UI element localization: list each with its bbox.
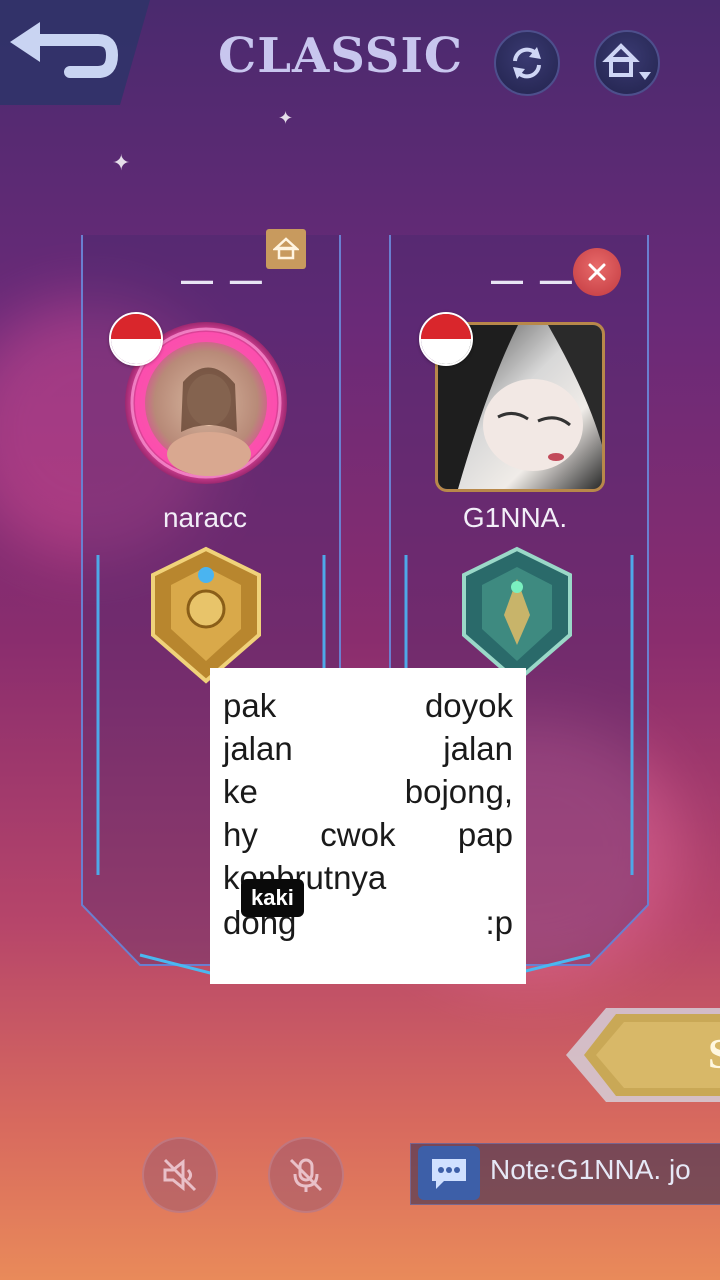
caption-word: jalan [443, 730, 513, 767]
caption-line: ke bojong, [223, 770, 513, 814]
caption-word: pap [457, 816, 513, 853]
rank-emblem-icon [141, 545, 271, 685]
caption-line: jalan jalan [223, 727, 513, 771]
chat-icon [432, 1159, 466, 1189]
close-icon [588, 263, 606, 281]
sparkle-icon: ✦ [278, 108, 294, 128]
sparkle-icon: ✦ [112, 150, 131, 175]
caption-word: cwok [320, 816, 396, 853]
caption-word: hy [223, 816, 258, 853]
start-button[interactable]: S [566, 1000, 720, 1110]
home-menu-button[interactable] [594, 30, 660, 96]
indonesia-flag-icon [419, 312, 473, 366]
caption-word: ke [223, 773, 258, 810]
caption-word: jalan [223, 730, 293, 767]
caption-tag: kaki [241, 879, 304, 917]
player-name: naracc [162, 502, 248, 533]
refresh-button[interactable] [494, 30, 560, 96]
caption-word: doyok [424, 687, 513, 724]
caption-word: pak [223, 687, 277, 724]
home-dropdown-icon [602, 43, 651, 80]
home-icon [273, 237, 299, 260]
rank-emblem-icon [452, 545, 582, 685]
caption-line: pak doyok [223, 684, 513, 728]
chat-note-text: Note:G1NNA. jo [490, 1154, 691, 1185]
speaker-toggle-button[interactable] [142, 1137, 218, 1213]
indonesia-flag-icon [109, 312, 163, 366]
mic-toggle-button[interactable] [268, 1137, 344, 1213]
refresh-icon [513, 47, 541, 79]
start-label: S [708, 1032, 720, 1078]
caption-word: bojong, [404, 773, 513, 810]
remove-player-button[interactable] [573, 248, 621, 296]
start-button-shape: S [566, 1008, 720, 1102]
room-owner-badge [266, 229, 306, 269]
player-name: G1NNA. [462, 502, 568, 533]
back-arrow-icon [0, 0, 150, 105]
rank-placeholder: — — [181, 262, 266, 298]
mic-muted-icon [289, 1158, 323, 1192]
page-title: CLASSIC [218, 28, 464, 84]
speaker-muted-icon [163, 1158, 197, 1192]
rank-placeholder: — — [491, 262, 576, 298]
back-button[interactable] [0, 0, 150, 105]
caption-word: :p [485, 904, 513, 941]
chat-button[interactable] [418, 1146, 480, 1200]
caption-line: hy cwok pap [223, 813, 513, 857]
caption-box: pak doyok jalan jalan ke bojong, hy cwok… [210, 668, 526, 984]
